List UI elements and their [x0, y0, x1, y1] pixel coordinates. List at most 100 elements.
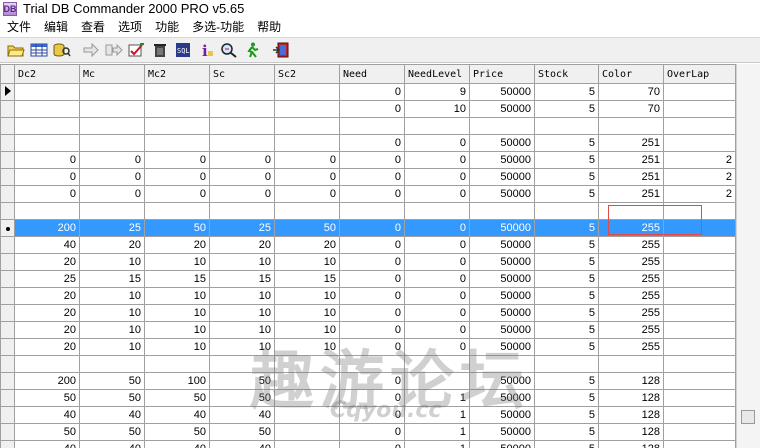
table-cell[interactable] [274, 389, 340, 407]
table-cell[interactable]: 0 [339, 236, 405, 254]
table-cell[interactable]: 10 [209, 287, 275, 305]
table-cell[interactable]: 50000 [469, 151, 535, 169]
table-cell[interactable]: 128 [598, 440, 664, 448]
table-cell[interactable] [14, 117, 80, 135]
row-indicator[interactable] [0, 168, 15, 186]
row-indicator[interactable] [0, 389, 15, 407]
table-cell[interactable] [274, 406, 340, 424]
table-cell[interactable]: 0 [209, 168, 275, 186]
vertical-scrollbar[interactable] [736, 64, 760, 448]
table-cell[interactable]: 5 [534, 406, 599, 424]
table-cell[interactable]: 5 [534, 423, 599, 441]
row-indicator[interactable] [0, 100, 15, 118]
table-cell[interactable]: 20 [14, 287, 80, 305]
table-cell[interactable]: 0 [339, 389, 405, 407]
table-cell[interactable] [14, 100, 80, 118]
table-cell[interactable]: 10 [144, 253, 210, 271]
table-cell[interactable]: 0 [339, 338, 405, 356]
column-header[interactable]: OverLap [663, 64, 736, 84]
table-cell[interactable] [209, 355, 275, 373]
table-cell[interactable]: 1 [404, 389, 470, 407]
menu-functions[interactable]: 功能 [150, 17, 187, 37]
table-cell[interactable]: 0 [339, 185, 405, 203]
table-cell[interactable]: 50 [14, 423, 80, 441]
table-cell[interactable]: 50 [274, 219, 340, 237]
table-cell[interactable]: 0 [404, 270, 470, 288]
table-row[interactable]: 0 0 0 0 0 0 0 50000 5 251 2 [0, 151, 750, 169]
table-cell[interactable]: 5 [534, 304, 599, 322]
table-cell[interactable]: 10 [79, 321, 145, 339]
table-cell[interactable] [79, 134, 145, 152]
table-row[interactable]: 50 50 50 50 0 1 50000 5 128 [0, 389, 750, 407]
table-cell[interactable]: 20 [14, 304, 80, 322]
table-cell[interactable]: 0 [404, 134, 470, 152]
table-row[interactable]: 20 10 10 10 10 0 0 50000 5 255 [0, 287, 750, 305]
column-header[interactable]: NeedLevel [404, 64, 470, 84]
table-cell[interactable] [209, 100, 275, 118]
table-cell[interactable]: 25 [79, 219, 145, 237]
table-cell[interactable] [404, 202, 470, 220]
table-cell[interactable]: 50 [79, 372, 145, 390]
table-cell[interactable]: 5 [534, 83, 599, 101]
table-cell[interactable]: 10 [79, 253, 145, 271]
table-cell[interactable]: 10 [79, 338, 145, 356]
table-cell[interactable]: 40 [79, 406, 145, 424]
table-cell[interactable]: 200 [14, 372, 80, 390]
table-cell[interactable]: 5 [534, 287, 599, 305]
table-cell[interactable]: 50 [209, 372, 275, 390]
table-cell[interactable] [534, 202, 599, 220]
table-cell[interactable]: 0 [404, 236, 470, 254]
table-cell[interactable]: 10 [274, 253, 340, 271]
table-cell[interactable] [534, 355, 599, 373]
table-cell[interactable]: 0 [339, 287, 405, 305]
table-row[interactable]: 0 0 0 0 0 0 0 50000 5 251 2 [0, 168, 750, 186]
table-cell[interactable]: 0 [404, 219, 470, 237]
table-cell[interactable]: 40 [79, 440, 145, 448]
table-cell[interactable] [469, 117, 535, 135]
row-indicator[interactable] [0, 304, 15, 322]
table-cell[interactable]: 10 [274, 287, 340, 305]
table-cell[interactable] [339, 202, 405, 220]
table-cell[interactable]: 0 [339, 406, 405, 424]
table-cell[interactable]: 50000 [469, 83, 535, 101]
table-cell[interactable]: 2 [663, 185, 736, 203]
table-cell[interactable] [274, 117, 340, 135]
table-cell[interactable]: 5 [534, 270, 599, 288]
table-row[interactable]: 0 10 50000 5 70 [0, 100, 750, 118]
table-cell[interactable]: 25 [14, 270, 80, 288]
table-cell[interactable] [339, 355, 405, 373]
table-cell[interactable] [404, 117, 470, 135]
sql-icon[interactable]: SQL [171, 39, 194, 61]
table-cell[interactable] [663, 117, 736, 135]
run-icon[interactable] [240, 39, 263, 61]
table-cell[interactable]: 50000 [469, 270, 535, 288]
table-cell[interactable] [274, 440, 340, 448]
table-cell[interactable]: 10 [79, 304, 145, 322]
table-cell[interactable]: 5 [534, 338, 599, 356]
table-cell[interactable]: 50000 [469, 304, 535, 322]
table-cell[interactable]: 0 [14, 185, 80, 203]
table-cell[interactable]: 50000 [469, 100, 535, 118]
table-cell[interactable]: 10 [144, 287, 210, 305]
table-cell[interactable]: 5 [534, 168, 599, 186]
table-cell[interactable]: 20 [209, 236, 275, 254]
table-cell[interactable] [663, 389, 736, 407]
row-indicator[interactable] [0, 219, 15, 237]
arrow-right-icon[interactable] [79, 39, 102, 61]
table-cell[interactable]: 0 [404, 185, 470, 203]
column-header[interactable]: Color [598, 64, 664, 84]
table-cell[interactable]: 70 [598, 83, 664, 101]
table-cell[interactable]: 50000 [469, 406, 535, 424]
table-cell[interactable]: 10 [274, 321, 340, 339]
table-cell[interactable]: 0 [144, 168, 210, 186]
table-cell[interactable] [663, 134, 736, 152]
column-header[interactable]: Mc2 [144, 64, 210, 84]
table-cell[interactable]: 50 [14, 389, 80, 407]
table-cell[interactable]: 5 [534, 440, 599, 448]
table-cell[interactable]: 5 [534, 219, 599, 237]
table-cell[interactable]: 50000 [469, 185, 535, 203]
table-cell[interactable] [209, 83, 275, 101]
table-cell[interactable]: 255 [598, 321, 664, 339]
trash-icon[interactable] [148, 39, 171, 61]
table-cell[interactable] [339, 117, 405, 135]
